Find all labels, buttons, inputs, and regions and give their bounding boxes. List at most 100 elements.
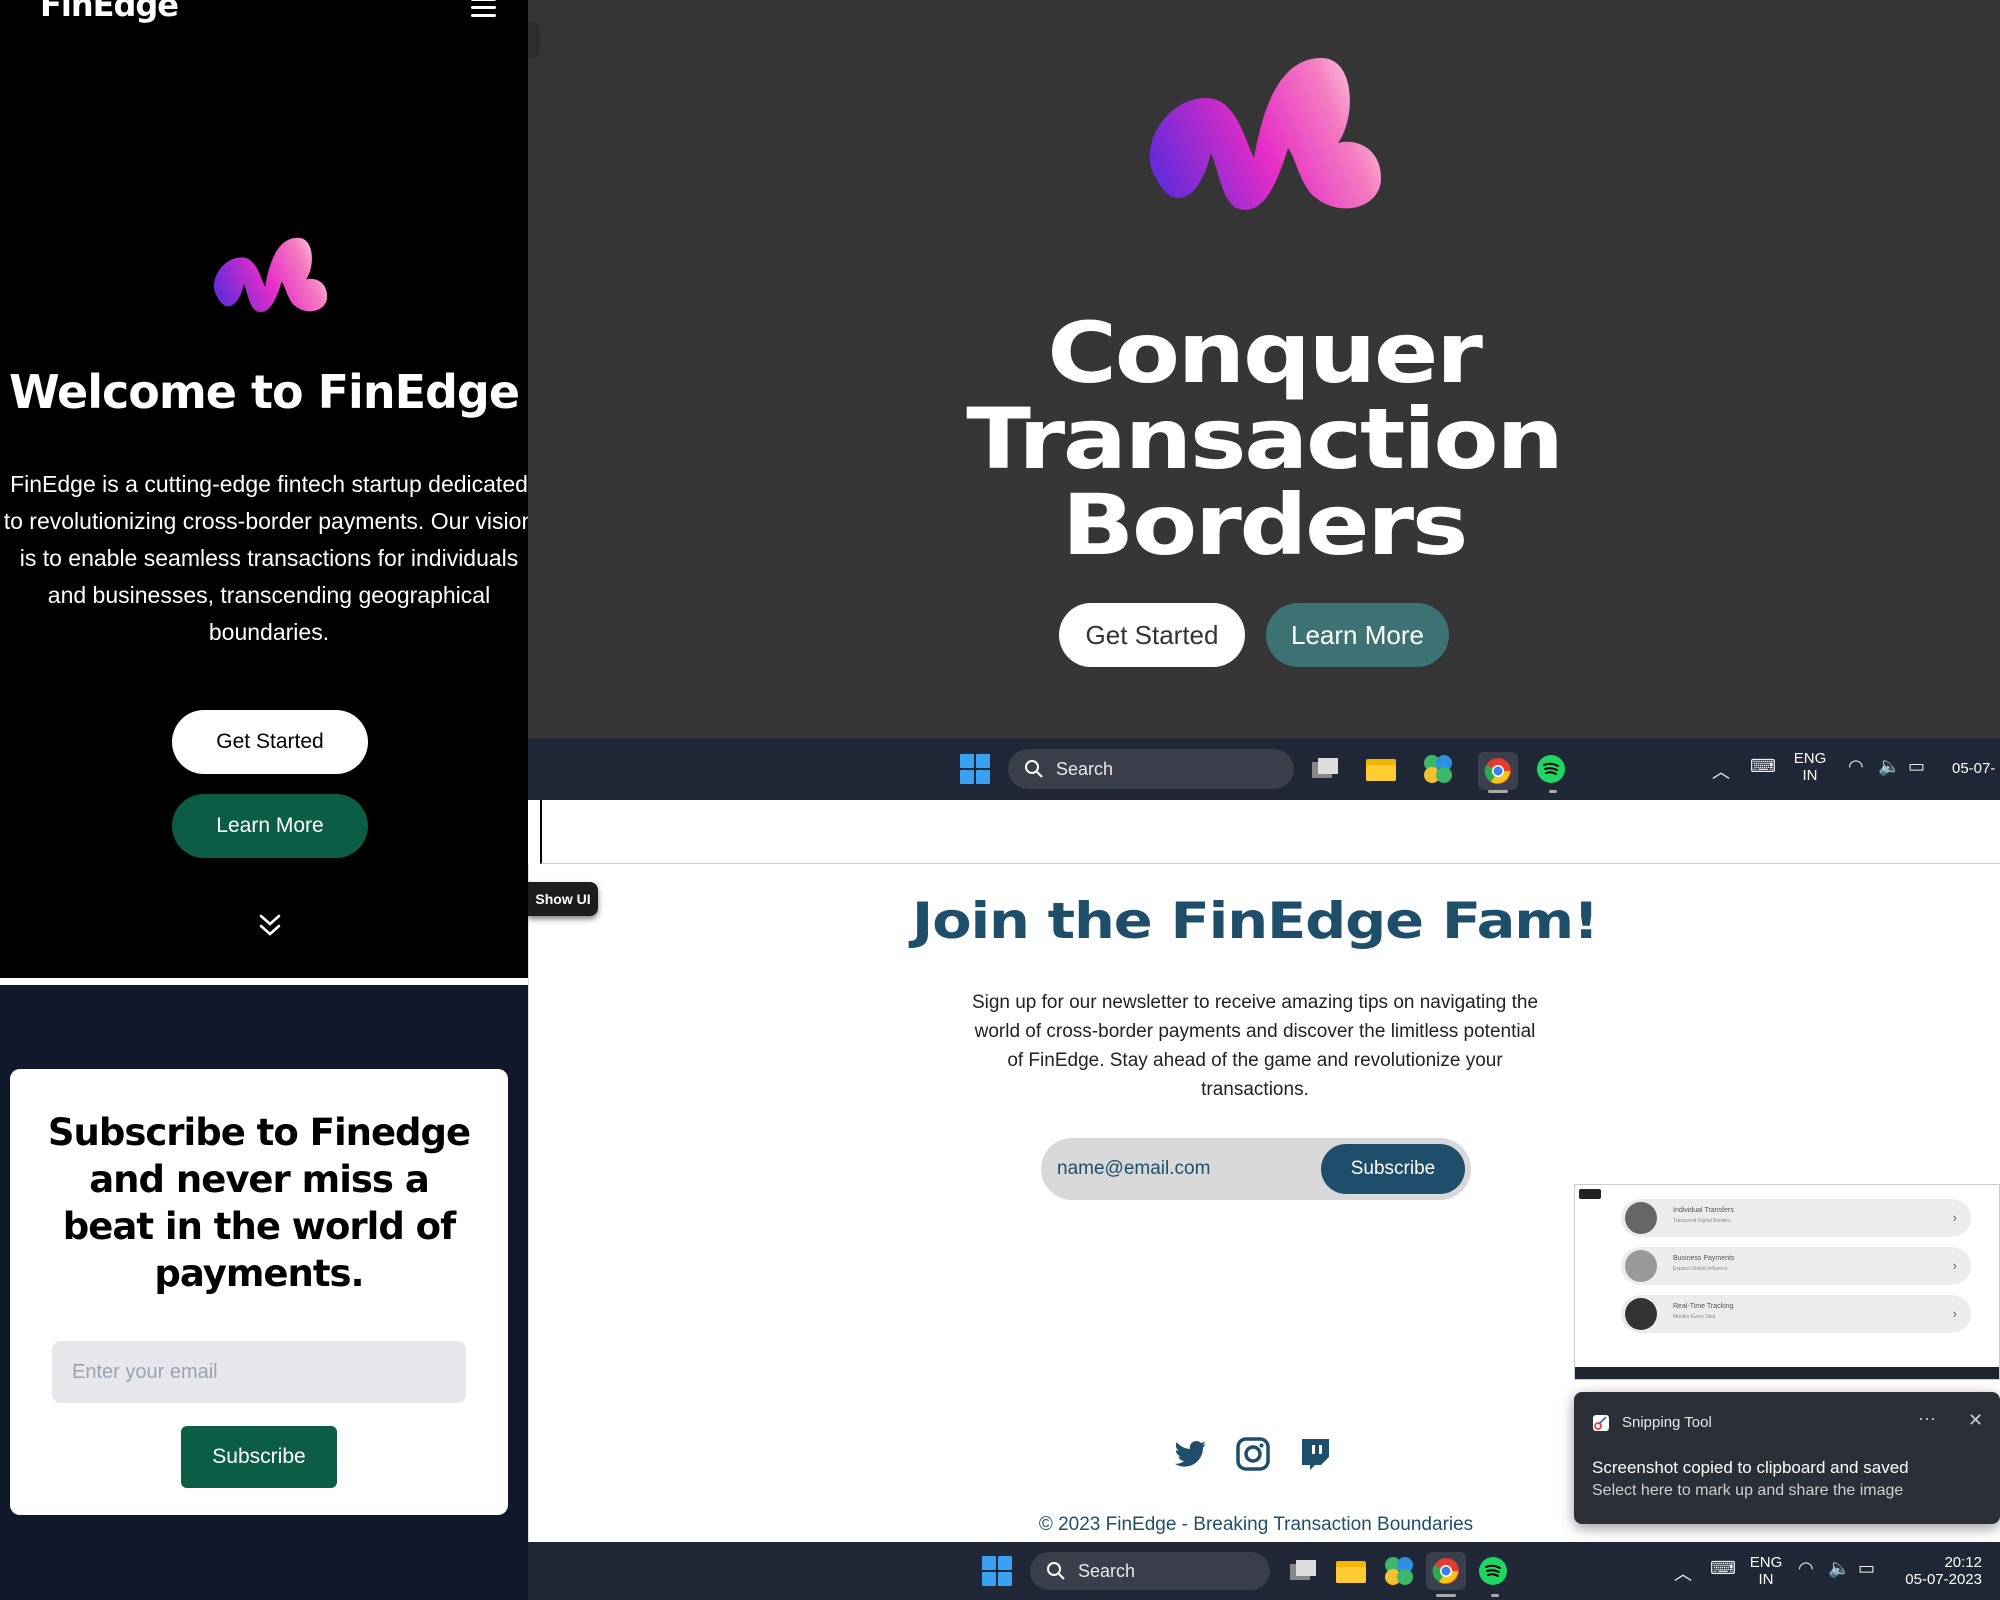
windows-taskbar: Search ︿ ⌨ ENG IN ◠ 🔈 ▭ 05-07- (528, 738, 2000, 800)
preview-taskbar (1575, 1367, 1999, 1379)
notification-hint: Select here to mark up and share the ima… (1592, 1482, 1904, 1499)
clock[interactable]: 20:12 05-07-2023 (1892, 1554, 1982, 1588)
language-indicator[interactable]: ENG IN (1790, 750, 1830, 784)
keyboard-icon[interactable]: ⌨ (1710, 1558, 1736, 1579)
show-ui-button[interactable]: Show UI (528, 882, 598, 916)
active-app-indicator (1488, 790, 1508, 793)
lang-label: ENG (1749, 1554, 1783, 1571)
mobile-hero-title: Welcome to FinEdge (8, 365, 520, 419)
task-view-icon[interactable] (1308, 752, 1342, 786)
preview-row: Business Payments Expand Global Influenc… (1621, 1247, 1971, 1285)
preview-row-title: Business Payments (1673, 1255, 1735, 1262)
hero-line: Transaction (966, 390, 1564, 488)
preview-row-title: Real-Time Tracking (1673, 1303, 1734, 1310)
window-edge-handle (528, 22, 540, 58)
instagram-icon[interactable] (1235, 1436, 1271, 1472)
hero-line: Borders (1061, 476, 1468, 574)
mobile-subscribe-button[interactable]: Subscribe (181, 1426, 337, 1488)
preview-row-title: Individual Transfers (1673, 1207, 1734, 1214)
mini-show-ui (1579, 1189, 1601, 1199)
newsletter-email-input[interactable] (1057, 1150, 1317, 1188)
chevron-right-icon: › (1952, 1210, 1957, 1225)
chrome-icon[interactable] (1478, 752, 1518, 790)
preview-row: Individual Transfers Transcend Digital B… (1621, 1199, 1971, 1237)
chevron-right-icon: › (1952, 1258, 1957, 1273)
subscribe-card: Subscribe to Finedge and never miss a be… (10, 1069, 508, 1515)
taskbar-search[interactable]: Search (1008, 749, 1294, 789)
preview-row: Real-Time Tracking Monitor Every Step › (1621, 1295, 1971, 1333)
volume-icon[interactable]: 🔈 (1828, 1558, 1850, 1579)
mobile-hero-description: FinEdge is a cutting-edge fintech startu… (3, 471, 528, 645)
learn-more-button[interactable]: Learn More (1266, 603, 1449, 667)
chevron-up-icon[interactable]: ︿ (1712, 758, 1730, 784)
snip-preview-thumbnail[interactable]: Individual Transfers Transcend Digital B… (1574, 1184, 2000, 1380)
wifi-icon[interactable]: ◠ (1798, 1558, 1814, 1579)
search-icon (1025, 760, 1043, 778)
desktop-hero-title: Conquer Transaction Borders (528, 310, 2000, 568)
clock-time: 20:12 (1944, 1554, 1982, 1571)
preview-avatar (1625, 1202, 1657, 1234)
chrome-icon[interactable] (1426, 1552, 1466, 1590)
close-icon[interactable]: ✕ (1968, 1410, 1983, 1431)
chevron-up-icon[interactable]: ︿ (1674, 1560, 1692, 1586)
clock-date: 05-07-2023 (1905, 1571, 1982, 1588)
task-view-icon[interactable] (1286, 1554, 1320, 1588)
region-label: IN (1758, 1571, 1774, 1588)
subscribe-heading: Subscribe to Finedge and never miss a be… (47, 1111, 471, 1295)
newsletter-subscribe-button[interactable]: Subscribe (1321, 1144, 1465, 1194)
get-started-button[interactable]: Get Started (1059, 603, 1245, 667)
date-partial: 05-07- (1952, 760, 1996, 777)
store-app-icon[interactable] (1421, 752, 1455, 786)
get-started-button[interactable]: Get Started (172, 710, 368, 774)
newsletter-heading: Join the FinEdge Fam! (911, 892, 1599, 950)
file-explorer-icon[interactable] (1334, 1554, 1368, 1588)
browser-strip (540, 800, 2000, 864)
active-app-indicator (1436, 1594, 1456, 1597)
hamburger-menu-icon[interactable] (471, 0, 496, 17)
wifi-icon[interactable]: ◠ (1848, 756, 1864, 777)
mobile-email-input[interactable] (52, 1341, 466, 1403)
preview-avatar (1625, 1250, 1657, 1282)
newsletter-form: Subscribe (1041, 1138, 1471, 1200)
volume-icon[interactable]: 🔈 (1878, 756, 1900, 777)
spotify-icon[interactable] (1534, 752, 1568, 786)
keyboard-icon[interactable]: ⌨ (1750, 756, 1776, 777)
battery-icon[interactable]: ▭ (1908, 756, 1925, 777)
learn-more-button[interactable]: Learn More (172, 794, 368, 858)
windows-taskbar: Search ︿ ⌨ ENG IN ◠ 🔈 ▭ 20:12 05-07-2023 (528, 1542, 2000, 1600)
windows-start-icon[interactable] (960, 754, 990, 784)
file-explorer-icon[interactable] (1364, 752, 1398, 786)
search-icon (1047, 1562, 1065, 1580)
twitter-icon[interactable] (1173, 1436, 1209, 1472)
battery-icon[interactable]: ▭ (1858, 1558, 1875, 1579)
preview-row-sub: Transcend Digital Borders (1673, 1218, 1731, 1224)
language-indicator[interactable]: ENG IN (1746, 1554, 1786, 1588)
blob-logo-icon (1149, 58, 1381, 210)
twitch-icon[interactable] (1297, 1436, 1333, 1472)
blob-logo-icon (213, 237, 328, 313)
scroll-down-chevron-icon[interactable] (256, 912, 284, 940)
search-label: Search (1078, 1560, 1136, 1581)
more-options-icon[interactable]: ··· (1918, 1408, 1936, 1429)
chevron-right-icon: › (1952, 1306, 1957, 1321)
lang-label: ENG (1793, 750, 1827, 767)
region-label: IN (1802, 767, 1818, 784)
desktop-hero: Conquer Transaction Borders Get Started … (528, 0, 2000, 738)
brand-logo-text[interactable]: FinEdge (40, 0, 179, 24)
snipping-tool-icon (1593, 1415, 1609, 1431)
windows-start-icon[interactable] (982, 1556, 1012, 1586)
notification-app-name: Snipping Tool (1622, 1414, 1712, 1431)
search-label: Search (1056, 758, 1114, 779)
preview-avatar (1625, 1298, 1657, 1330)
snipping-tool-notification[interactable]: Snipping Tool ··· ✕ Screenshot copied to… (1574, 1392, 2000, 1524)
spotify-icon[interactable] (1476, 1554, 1510, 1588)
preview-row-sub: Expand Global Influence (1673, 1266, 1728, 1272)
mobile-subscribe-section: Subscribe to Finedge and never miss a be… (0, 985, 528, 1600)
store-app-icon[interactable] (1382, 1554, 1416, 1588)
newsletter-description: Sign up for our newsletter to receive am… (971, 992, 1539, 1100)
hero-line: Conquer (1047, 304, 1483, 402)
mobile-hero: FinEdge Welcome to FinEdge FinEdge is a … (0, 0, 528, 978)
taskbar-search[interactable]: Search (1030, 1552, 1270, 1590)
app-indicator (1549, 790, 1557, 793)
notification-message: Screenshot copied to clipboard and saved (1592, 1458, 1909, 1477)
